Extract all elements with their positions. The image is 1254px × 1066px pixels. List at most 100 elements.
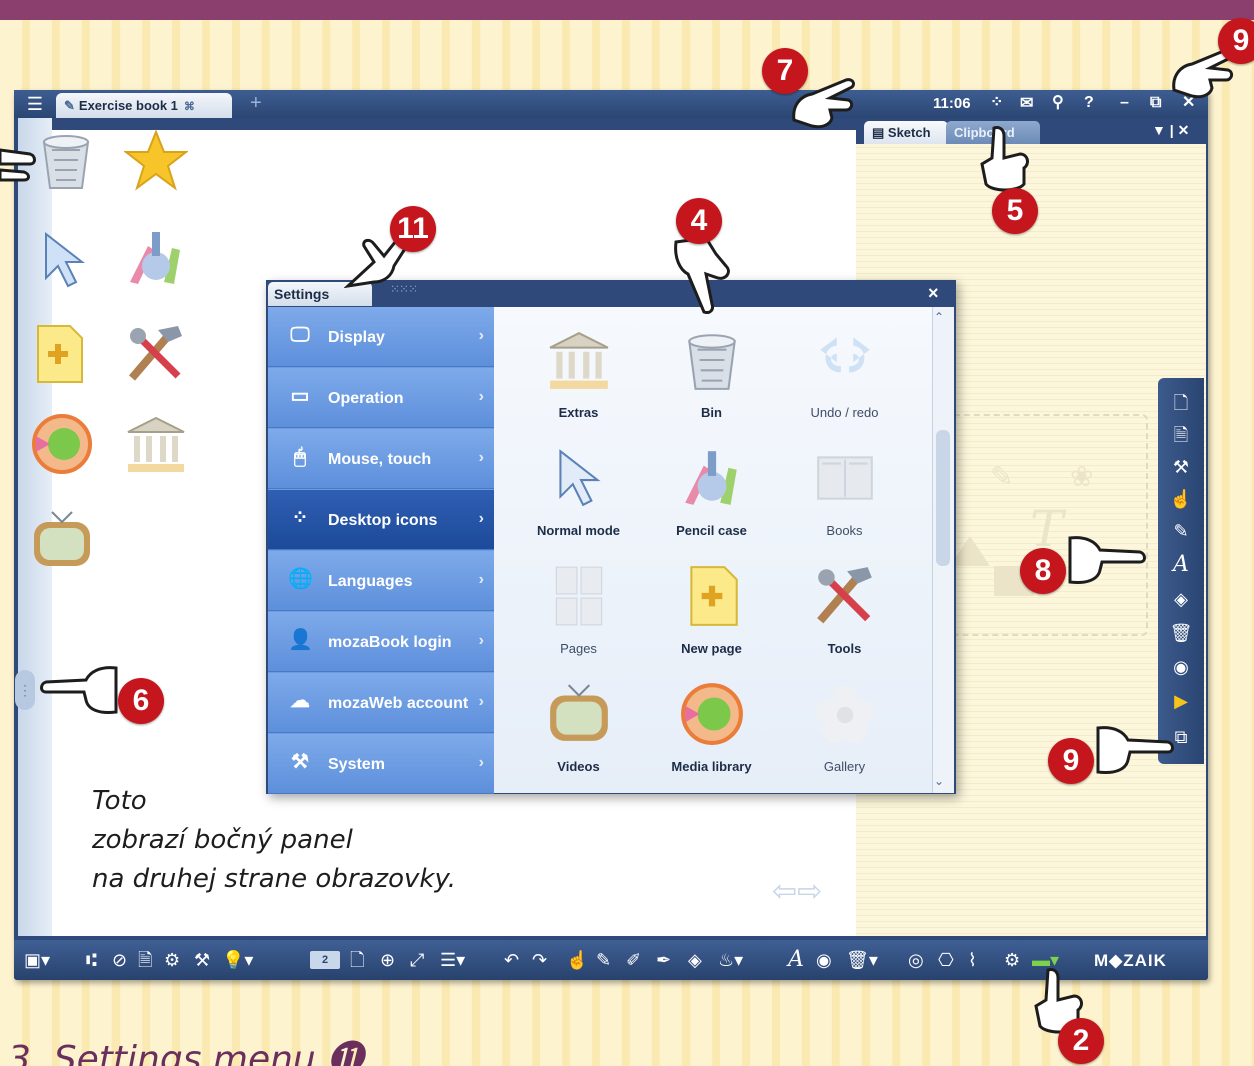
grid-item-new-page[interactable]: New page bbox=[645, 553, 778, 671]
callout-badge: 5 bbox=[992, 188, 1038, 234]
book-icon bbox=[817, 456, 873, 500]
board-icon[interactable]: ▣▾ bbox=[24, 948, 50, 972]
text-icon[interactable]: A bbox=[1158, 550, 1204, 580]
grid-item-bin[interactable]: Bin bbox=[645, 317, 778, 435]
tab-exercise-book[interactable]: ✎ Exercise book 1 ⌘ bbox=[56, 93, 232, 118]
eye-icon[interactable]: ◎ bbox=[908, 948, 924, 972]
media-library-icon bbox=[681, 683, 743, 745]
bin-icon[interactable]: 🗑▾ bbox=[846, 948, 878, 972]
add-page-icon[interactable]: 🗋 bbox=[350, 948, 364, 972]
scrollbar-thumb[interactable] bbox=[936, 430, 950, 566]
connect-icon[interactable]: ⊘ bbox=[112, 948, 127, 972]
menu-item-desktop-icons[interactable]: ⁘ Desktop icons › bbox=[268, 490, 494, 550]
clip-icon[interactable]: ⌇ bbox=[968, 948, 977, 972]
close-icon[interactable]: ✕ bbox=[1178, 122, 1190, 138]
bulb-icon[interactable]: 💡▾ bbox=[222, 948, 253, 972]
menu-item-label: mozaBook login bbox=[328, 634, 452, 651]
caption-line: zobrazí bočný panel bbox=[92, 825, 353, 855]
new-page-icon[interactable] bbox=[26, 322, 90, 386]
zoom-icon[interactable]: ⊕ bbox=[380, 948, 395, 972]
record-icon[interactable]: ◉ bbox=[1158, 652, 1204, 682]
mozaik-logo: M◆ZAIK bbox=[1094, 951, 1167, 970]
globe-icon: 🌐 bbox=[288, 568, 313, 590]
pencil-case-icon[interactable] bbox=[124, 226, 188, 290]
page-icon[interactable]: 🗎 bbox=[1158, 420, 1204, 450]
camera-icon[interactable]: ⎔ bbox=[938, 948, 954, 972]
grid-item-gallery[interactable]: Gallery bbox=[778, 671, 911, 789]
pen-icon[interactable]: ✎ bbox=[596, 948, 611, 972]
redo-icon[interactable]: ↷ bbox=[532, 948, 547, 972]
tab-close-icon[interactable]: ⌘ bbox=[184, 101, 195, 113]
popout-icon[interactable]: ⧉ bbox=[1150, 94, 1161, 112]
tools-icon[interactable] bbox=[124, 322, 188, 386]
hammer-icon[interactable]: ⚒ bbox=[194, 948, 210, 972]
search-icon[interactable]: ⚲ bbox=[1052, 94, 1064, 112]
grid-item-normal-mode[interactable]: Normal mode bbox=[512, 435, 645, 553]
scroll-up-icon[interactable]: ⌃ bbox=[934, 310, 944, 324]
grid-item-media-library[interactable]: Media library bbox=[645, 671, 778, 789]
mail-icon[interactable]: ✉ bbox=[1020, 95, 1033, 113]
play-icon[interactable]: ▶ bbox=[1158, 686, 1204, 716]
chevron-right-icon: › bbox=[478, 388, 484, 405]
grid-item-books[interactable]: Books bbox=[778, 435, 911, 553]
page-icon[interactable]: 🗎 bbox=[138, 948, 152, 972]
text-icon[interactable]: A bbox=[788, 948, 804, 972]
paint-icon[interactable]: ♨▾ bbox=[718, 948, 743, 972]
caption-line: Toto bbox=[92, 786, 147, 816]
list-icon[interactable]: ☰▾ bbox=[440, 948, 465, 972]
grid-item-undo-redo[interactable]: Undo / redo bbox=[778, 317, 911, 435]
menu-item-mouse-touch[interactable]: 🖱 Mouse, touch › bbox=[268, 429, 494, 489]
bin-icon[interactable]: 🗑 bbox=[1158, 618, 1204, 648]
grid-item-extras[interactable]: Extras bbox=[512, 317, 645, 435]
record-icon[interactable]: ◉ bbox=[816, 948, 832, 972]
menu-item-mozaweb-account[interactable]: ☁ mozaWeb account › bbox=[268, 673, 494, 733]
cursor-icon[interactable] bbox=[34, 226, 98, 290]
user-icon: 👤 bbox=[288, 629, 313, 651]
hand-icon[interactable]: ☝ bbox=[566, 948, 588, 972]
museum-icon[interactable] bbox=[124, 412, 188, 476]
grid-item-tools[interactable]: Tools bbox=[778, 553, 911, 671]
hammer-icon[interactable]: ⚒ bbox=[1158, 452, 1204, 482]
eraser-icon[interactable]: ◈ bbox=[1158, 584, 1204, 614]
help-icon[interactable]: ? bbox=[1084, 94, 1094, 112]
media-library-icon[interactable] bbox=[30, 412, 94, 476]
grid-item-pencil-case[interactable]: Pencil case bbox=[645, 435, 778, 553]
menu-item-languages[interactable]: 🌐 Languages › bbox=[268, 551, 494, 611]
dropdown-icon[interactable]: ▼ bbox=[1152, 122, 1166, 138]
apps-icon[interactable]: ⁘ bbox=[990, 94, 1003, 112]
grid-item-pages[interactable]: Pages bbox=[512, 553, 645, 671]
tv-icon[interactable] bbox=[30, 508, 94, 572]
minimize-icon[interactable]: – bbox=[1120, 94, 1129, 112]
hamburger-icon[interactable]: ☰ bbox=[22, 94, 48, 114]
pointing-right-hand-icon bbox=[0, 148, 36, 182]
shapes-icon[interactable]: ⚙ bbox=[164, 948, 180, 972]
pen-icon[interactable]: ✎ bbox=[1158, 516, 1204, 546]
hand-icon[interactable]: ☝ bbox=[1158, 484, 1204, 514]
undo-icon[interactable]: ↶ bbox=[504, 948, 519, 972]
chevron-right-icon: › bbox=[478, 510, 484, 527]
grid-item-videos[interactable]: Videos bbox=[512, 671, 645, 789]
mouse-icon: 🖱 bbox=[294, 446, 306, 468]
book-icon[interactable]: ⑆ bbox=[86, 948, 97, 972]
menu-item-display[interactable]: 🖵 Display › bbox=[268, 307, 494, 367]
star-icon[interactable] bbox=[123, 128, 189, 192]
scroll-down-icon[interactable]: ⌄ bbox=[934, 774, 944, 788]
add-page-icon[interactable]: 🗋 bbox=[1158, 388, 1204, 418]
tab-sketch[interactable]: ▤ Sketch bbox=[864, 121, 948, 144]
settings-close-button[interactable]: × bbox=[928, 283, 939, 304]
page-nav-arrows[interactable]: ⇦⇨ bbox=[772, 874, 822, 909]
page-number[interactable]: 2 bbox=[310, 951, 340, 969]
marker-icon[interactable]: ✐ bbox=[626, 948, 641, 972]
menu-item-mozabook-login[interactable]: 👤 mozaBook login › bbox=[268, 612, 494, 672]
callout-badge: 8 bbox=[1020, 548, 1066, 594]
side-panel-handle[interactable]: ⋮ bbox=[15, 670, 35, 710]
eraser-icon[interactable]: ◈ bbox=[688, 948, 702, 972]
highlighter-icon[interactable]: ✒ bbox=[656, 948, 671, 972]
resize-icon[interactable]: ⤢ bbox=[410, 948, 424, 972]
gear-icon[interactable]: ⚙ bbox=[1004, 948, 1020, 972]
bin-icon[interactable] bbox=[34, 128, 98, 192]
tab-title: Exercise book 1 bbox=[78, 98, 178, 113]
caption-line: na druhej strane obrazovky. bbox=[92, 864, 457, 894]
new-tab-button[interactable]: + bbox=[250, 92, 262, 115]
menu-item-operation[interactable]: ▭ Operation › bbox=[268, 368, 494, 428]
